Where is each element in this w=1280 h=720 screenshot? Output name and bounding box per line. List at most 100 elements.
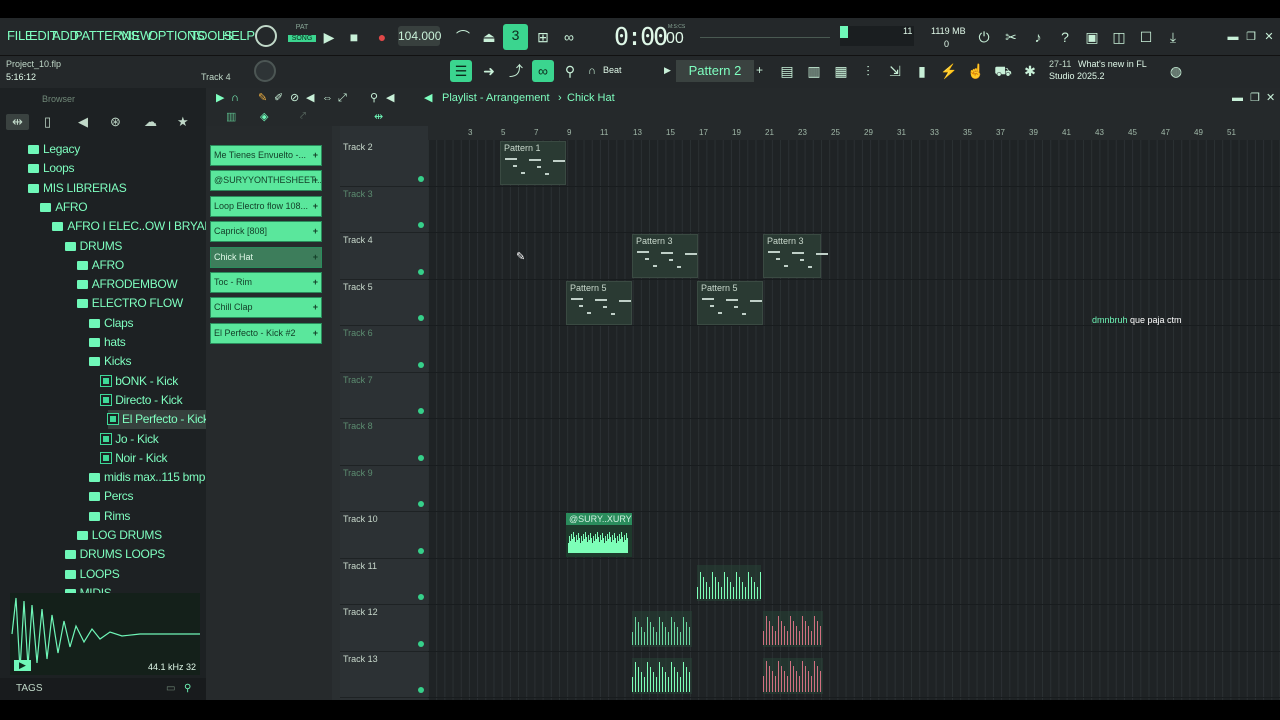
track-lane[interactable] bbox=[428, 326, 1280, 373]
browser-folder-item[interactable]: Rims bbox=[89, 507, 130, 526]
track-mute-led[interactable] bbox=[418, 547, 424, 554]
window-menu-icon[interactable]: ▶ bbox=[216, 88, 224, 108]
track-lane[interactable] bbox=[428, 187, 1280, 233]
track-header[interactable]: Track 4 bbox=[340, 233, 428, 280]
audio-icon[interactable]: ◈ bbox=[260, 110, 268, 123]
track-lane[interactable] bbox=[428, 466, 1280, 512]
menu-help[interactable]: HELP bbox=[222, 28, 255, 43]
browser-audio-item[interactable]: Noir - Kick bbox=[100, 449, 168, 468]
track-header[interactable]: Track 12 bbox=[340, 605, 428, 652]
export-icon[interactable]: ◫ bbox=[1108, 26, 1130, 48]
browser-folder-item[interactable]: Claps bbox=[89, 314, 133, 333]
arrangement-grid[interactable]: 3 5 7 9 11 13 15 17 19 21 23 25 29 31 33 35 37 39 41 43 45 47… bbox=[428, 126, 1280, 700]
clip-add-icon[interactable]: + bbox=[313, 171, 318, 190]
track-mute-led[interactable] bbox=[418, 268, 424, 275]
track-lane[interactable] bbox=[428, 559, 1280, 605]
track-header[interactable]: Track 8 bbox=[340, 419, 428, 466]
browser-folder-item[interactable]: AFRODEMBOW bbox=[76, 275, 178, 294]
browser-folder-item[interactable]: Loops bbox=[28, 159, 75, 178]
browser-folder-item[interactable]: MIS LIBRERIAS bbox=[28, 179, 127, 198]
track-header[interactable]: Track 6 bbox=[340, 326, 428, 373]
search-icon[interactable]: ⚲ bbox=[184, 678, 191, 700]
track-mute-led[interactable] bbox=[418, 454, 424, 461]
pattern-prev-icon[interactable]: ▶ bbox=[664, 65, 671, 76]
track-mute-led[interactable] bbox=[418, 687, 424, 693]
audio-clip[interactable] bbox=[697, 564, 761, 601]
countdown-icon[interactable]: 3 bbox=[503, 24, 528, 50]
browser-folder-item[interactable]: LOG DRUMS bbox=[76, 526, 162, 545]
pattern-clip[interactable]: Pattern 1 bbox=[500, 141, 566, 185]
clip-add-icon[interactable]: + bbox=[313, 273, 318, 292]
cart-icon[interactable]: ⛟ bbox=[992, 60, 1014, 82]
track-header[interactable]: Track 7 bbox=[340, 373, 428, 419]
preview-play-icon[interactable]: ▶ bbox=[14, 660, 31, 671]
track-lane[interactable] bbox=[428, 419, 1280, 466]
playlist-icon[interactable]: ☰ bbox=[450, 60, 472, 82]
timeline-ruler[interactable]: 3 5 7 9 11 13 15 17 19 21 23 25 29 31 33 35 37 39 41 43 45 47… bbox=[428, 126, 1280, 140]
playlist-minimize-icon[interactable]: ▬ bbox=[1232, 88, 1243, 108]
cloud-icon[interactable]: ☁ bbox=[144, 114, 157, 130]
pattern-clip[interactable]: Pattern 3 bbox=[763, 234, 828, 278]
browser-folder-item[interactable]: hats bbox=[89, 333, 126, 352]
pattern-clip[interactable]: Pattern 5 bbox=[697, 280, 763, 325]
mute-tool-icon[interactable]: ◀ bbox=[306, 88, 314, 108]
track-header[interactable]: Track 9 bbox=[340, 466, 428, 512]
magnet-icon[interactable]: ∩ bbox=[588, 65, 596, 77]
browser-folder-item[interactable]: Legacy bbox=[28, 140, 80, 159]
track-mute-led[interactable] bbox=[418, 501, 424, 507]
tempo-display[interactable]: 104.000 bbox=[398, 26, 441, 46]
browser-folder-item[interactable]: AFRO bbox=[40, 198, 88, 217]
automation-icon[interactable]: ⤤ bbox=[300, 110, 306, 123]
clip-add-icon[interactable]: + bbox=[313, 248, 318, 267]
file-icon[interactable]: ▯ bbox=[44, 114, 51, 130]
learn-icon[interactable]: ✱ bbox=[1019, 60, 1041, 82]
song-position-slider[interactable] bbox=[700, 37, 830, 38]
arrow-right-icon[interactable]: ➜ bbox=[478, 60, 500, 82]
track-header[interactable]: Track 11 bbox=[340, 559, 428, 605]
track-header[interactable]: Track 13 bbox=[340, 652, 428, 698]
breadcrumb-arrow-icon[interactable]: ◀ bbox=[424, 88, 432, 108]
wait-icon[interactable]: ⏏ bbox=[478, 26, 500, 48]
stamp-icon[interactable]: ⚲ bbox=[559, 60, 581, 82]
clip-add-icon[interactable]: + bbox=[313, 222, 318, 241]
mixer-icon[interactable]: ⫶ bbox=[857, 60, 879, 82]
download-icon[interactable]: ⤓ bbox=[1162, 26, 1184, 48]
browser-folder-item[interactable]: AFRO bbox=[76, 256, 124, 275]
playlist-window-icon[interactable]: ▤ bbox=[776, 60, 798, 82]
pattern-clip[interactable]: Pattern 5 bbox=[566, 280, 632, 325]
pattern-clip[interactable]: Pattern 3 bbox=[632, 234, 698, 278]
track-lane[interactable] bbox=[428, 373, 1280, 419]
clip-source-item[interactable]: @SURYYONTHESHEET... + bbox=[210, 170, 322, 192]
audio-clip[interactable] bbox=[632, 611, 692, 647]
pencil-icon[interactable]: ✎ bbox=[258, 88, 267, 108]
playlist-maximize-icon[interactable]: ❐ bbox=[1250, 88, 1260, 108]
blend-icon[interactable]: ⊞ bbox=[532, 26, 554, 48]
loop-record-icon[interactable]: ∞ bbox=[558, 26, 580, 48]
track-lane[interactable] bbox=[428, 512, 1280, 559]
metronome-icon[interactable]: ⌒ bbox=[452, 26, 474, 48]
folder-icon[interactable]: ▭ bbox=[166, 678, 175, 700]
piano-roll-icon[interactable]: ▥ bbox=[803, 60, 825, 82]
link-icon[interactable]: ∞ bbox=[532, 60, 554, 82]
globe-icon[interactable]: ◍ bbox=[1165, 60, 1187, 82]
audio-clip[interactable] bbox=[763, 657, 823, 694]
select-tool-icon[interactable]: ⤢ bbox=[338, 88, 347, 108]
track-lane[interactable] bbox=[428, 605, 1280, 652]
plugin-picker-icon[interactable]: ⇲ bbox=[884, 60, 906, 82]
browser-audio-item[interactable]: Jo - Kick bbox=[100, 430, 159, 449]
close-icon[interactable]: ✕ bbox=[1258, 26, 1280, 48]
slip-tool-icon[interactable]: ⇔ bbox=[322, 88, 333, 108]
track-mute-led[interactable] bbox=[418, 361, 424, 368]
track-header[interactable]: Track 5 bbox=[340, 280, 428, 326]
all-files-icon[interactable]: ⇹ bbox=[6, 114, 29, 130]
pat-song-toggle[interactable]: PAT SONG bbox=[288, 24, 316, 50]
clip-source-item[interactable]: Chill Clap + bbox=[210, 297, 322, 319]
browser-folder-item[interactable]: Kicks bbox=[89, 352, 131, 371]
clip-source-item[interactable]: Me Tienes Envuelto -... + bbox=[210, 145, 322, 166]
news-headline[interactable]: What's new in FL bbox=[1078, 59, 1147, 69]
audio-clip[interactable]: @SURY..XURY bbox=[566, 513, 632, 557]
clip-source-item[interactable]: El Perfecto - Kick #2 + bbox=[210, 322, 322, 344]
save-icon[interactable]: ▣ bbox=[1081, 26, 1103, 48]
track-header[interactable]: Track 10 bbox=[340, 512, 428, 559]
favorites-icon[interactable]: ★ bbox=[177, 114, 189, 130]
